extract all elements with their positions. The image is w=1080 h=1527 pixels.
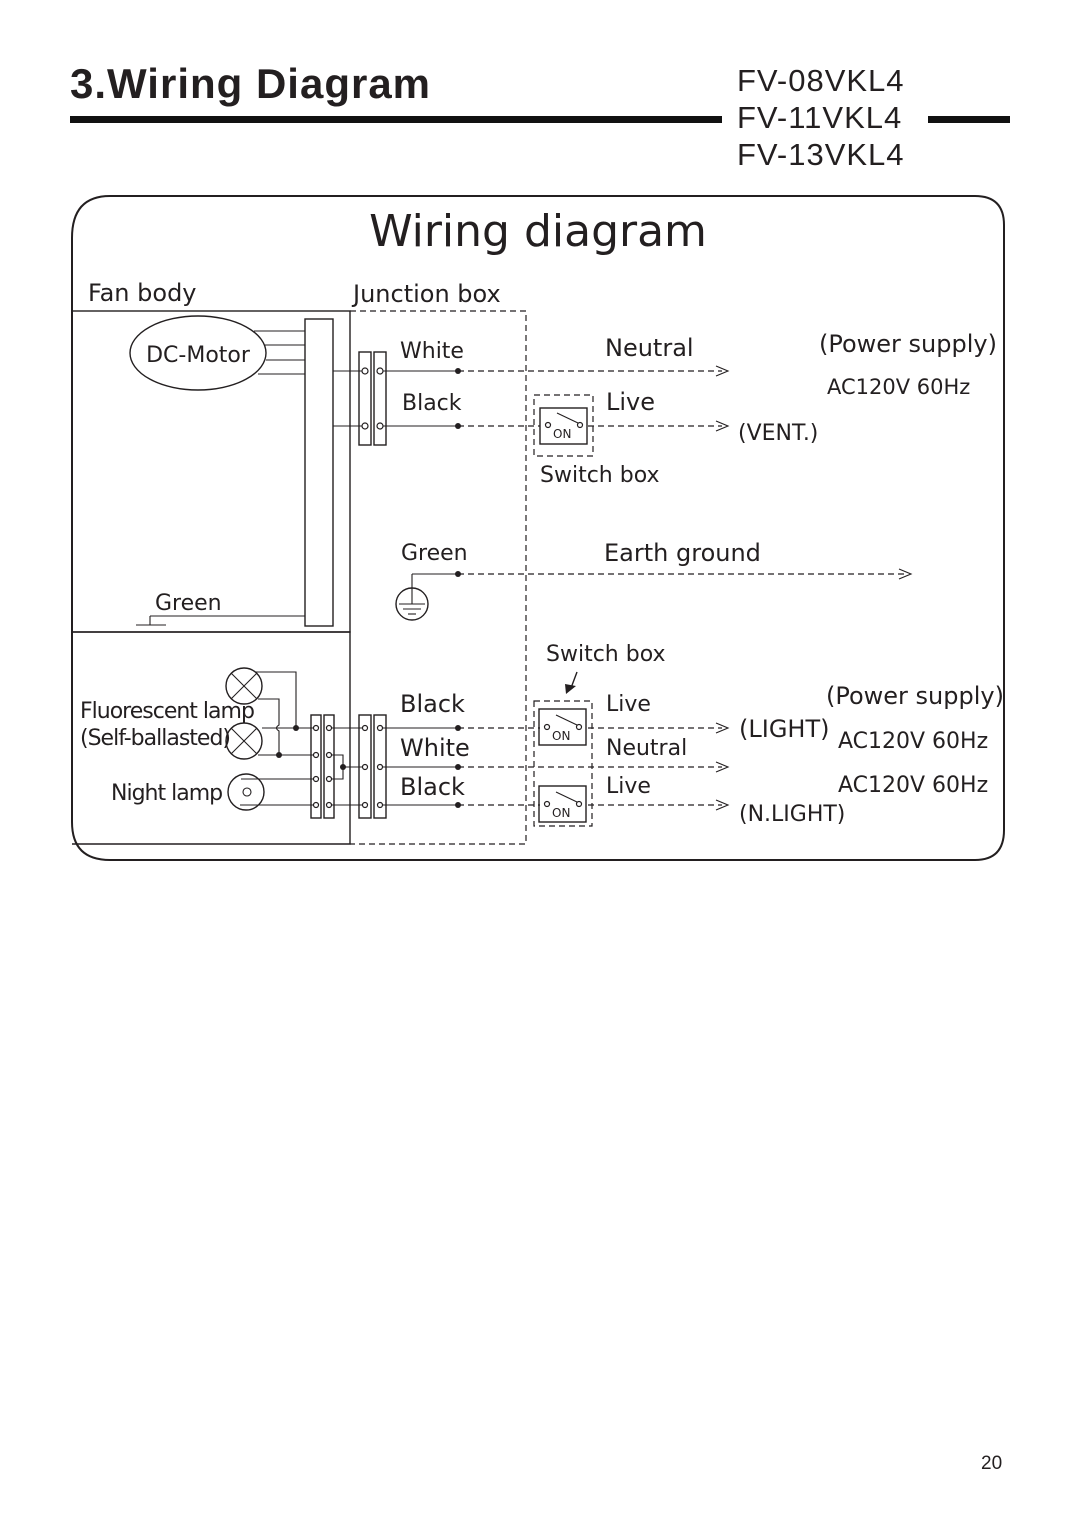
vent-switch-box (533, 394, 594, 457)
vent-neutral-label: Neutral (605, 334, 694, 362)
vent-connector-left (358, 351, 372, 446)
fluorescent-lamp-icon (225, 722, 263, 760)
night-black-wire-label: Black (400, 773, 465, 801)
vent-switch-box-label: Switch box (540, 463, 660, 488)
motor-terminal-bar (304, 318, 334, 627)
diagram-title: Wiring diagram (369, 206, 707, 257)
night-live-label: Live (606, 774, 651, 799)
ground-wire-label: Green (401, 541, 468, 566)
junction-box-label: Junction box (351, 280, 501, 308)
vent-load-label: (VENT.) (738, 421, 818, 446)
night-light-load-label: (N.LIGHT) (739, 802, 845, 827)
vent-white-wire-label: White (400, 339, 464, 364)
vent-switch-state: ON (553, 427, 571, 441)
light-black-wire-label: Black (400, 690, 465, 718)
night-light-voltage-label: AC120V 60Hz (838, 773, 988, 798)
page-number: 20 (981, 1453, 1003, 1474)
vent-live-label: Live (606, 388, 655, 416)
light-power-supply-label: (Power supply) (826, 682, 1004, 710)
light-live-label: Live (606, 692, 651, 717)
light-voltage-label: AC120V 60Hz (838, 729, 988, 754)
fluorescent-lamp-label: Fluorescent lamp (80, 699, 254, 724)
vent-black-wire-label: Black (402, 391, 462, 416)
light-neutral-label: Neutral (606, 736, 687, 761)
vent-power-supply-label: (Power supply) (819, 330, 997, 358)
light-switch-state: ON (552, 729, 570, 743)
diagram-frame (71, 195, 1005, 861)
night-lamp-label: Night lamp (111, 781, 222, 806)
vent-connector-right (373, 351, 387, 446)
earth-ground-label: Earth ground (604, 539, 761, 567)
wiring-diagram: Wiring diagram Fan body Junction box DC-… (71, 195, 1005, 861)
arrow-icon (565, 684, 576, 694)
fan-ground-label: Green (155, 591, 222, 616)
night-light-switch-state: ON (552, 806, 570, 820)
light-switch-box-label: Switch box (546, 642, 666, 667)
vent-voltage-label: AC120V 60Hz (827, 375, 970, 399)
dc-motor-label: DC-Motor (146, 343, 251, 368)
fluorescent-lamp-sub-label: (Self-ballasted) (80, 726, 230, 751)
light-white-wire-label: White (400, 734, 470, 762)
light-load-label: (LIGHT) (739, 715, 829, 743)
fan-body-label: Fan body (88, 279, 197, 307)
